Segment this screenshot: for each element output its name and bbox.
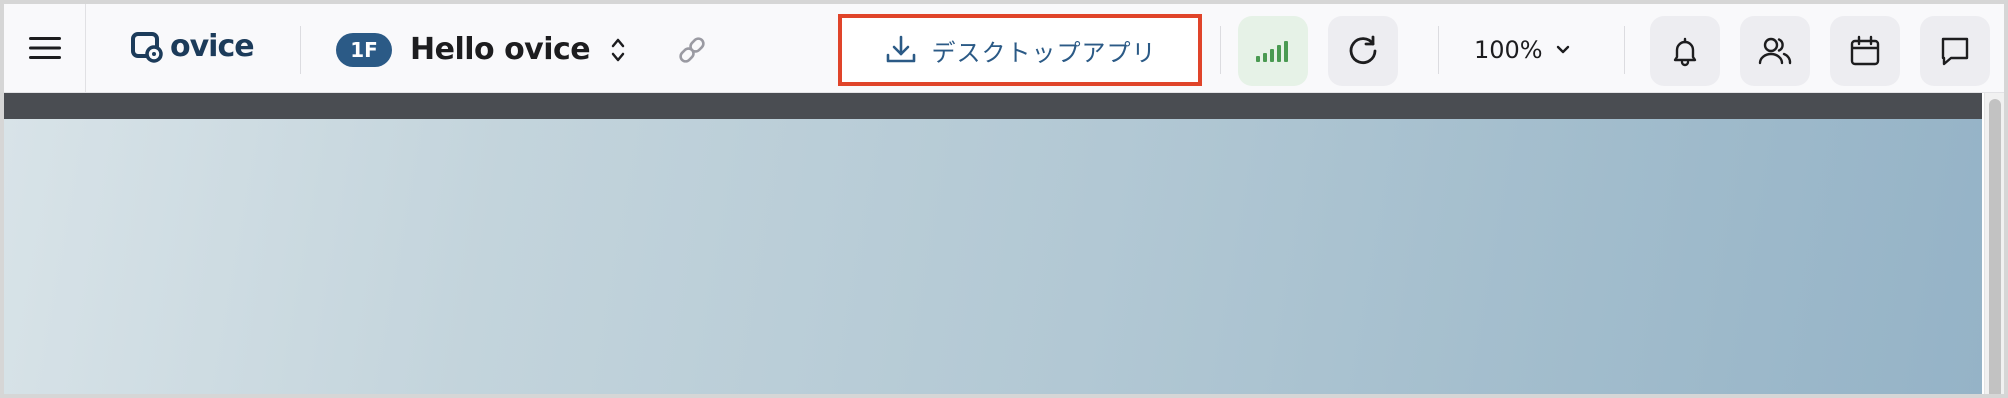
copy-link-button[interactable]: [668, 28, 716, 72]
app-window: ovice 1F Hello ovice デスクトップアプリ 100%: [0, 0, 2008, 398]
canvas-header-strip: [4, 93, 1982, 119]
notifications-button[interactable]: [1650, 16, 1720, 86]
top-toolbar: ovice 1F Hello ovice デスクトップアプリ 100%: [4, 4, 2004, 93]
menu-button[interactable]: [4, 4, 86, 92]
bell-icon: [1673, 37, 1697, 67]
scrollbar-thumb[interactable]: [1989, 99, 2001, 394]
refresh-button[interactable]: [1328, 16, 1398, 86]
link-icon: [679, 37, 705, 63]
ovice-logo-icon: [131, 32, 163, 63]
chevron-up-down-icon: [611, 38, 625, 62]
divider: [1438, 26, 1439, 74]
hamburger-menu-icon: [29, 37, 61, 59]
zoom-select[interactable]: 100%: [1474, 28, 1571, 72]
refresh-icon: [1349, 35, 1377, 64]
chat-icon: [1941, 37, 1969, 66]
zoom-level: 100%: [1474, 36, 1543, 64]
desktop-app-label: デスクトップアプリ: [931, 38, 1157, 67]
space-switch-button[interactable]: [600, 28, 636, 72]
members-button[interactable]: [1740, 16, 1810, 86]
people-icon: [1758, 37, 1792, 65]
divider: [1220, 26, 1221, 74]
divider: [1624, 26, 1625, 74]
connection-status-button[interactable]: [1238, 16, 1308, 86]
chevron-down-icon: [1556, 45, 1569, 54]
vertical-scrollbar[interactable]: [1984, 93, 2004, 394]
space-name[interactable]: Hello ovice: [410, 28, 591, 72]
chat-button[interactable]: [1920, 16, 1990, 86]
logo-text: ovice: [170, 28, 255, 64]
download-icon: [886, 35, 915, 63]
floor-badge[interactable]: 1F: [336, 33, 392, 67]
signal-strength-icon: [1256, 41, 1288, 62]
space-canvas[interactable]: [4, 119, 1982, 394]
calendar-button[interactable]: [1830, 16, 1900, 86]
divider: [300, 26, 301, 74]
calendar-icon: [1850, 35, 1880, 66]
ovice-logo[interactable]: ovice: [130, 26, 255, 66]
desktop-app-button[interactable]: デスクトップアプリ: [838, 14, 1202, 86]
menu-divider: [85, 4, 86, 92]
